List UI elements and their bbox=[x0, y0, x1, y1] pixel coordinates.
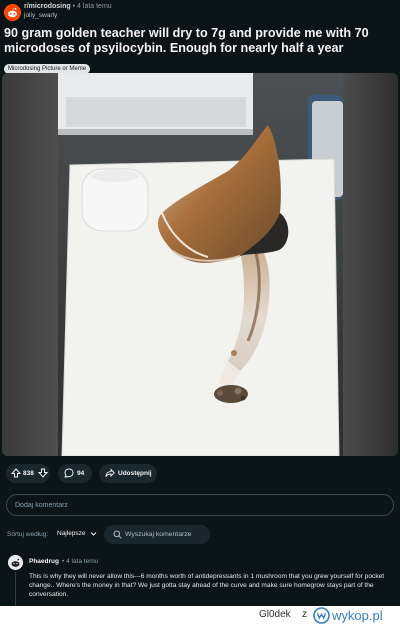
sort-selected: Najlepsze bbox=[57, 530, 86, 537]
comment-meta-separator: • bbox=[62, 558, 65, 565]
search-comments-input[interactable] bbox=[125, 528, 207, 541]
post-time: 4 lata temu bbox=[77, 3, 112, 10]
mushroom-photo bbox=[58, 73, 343, 456]
meta-separator: • bbox=[72, 3, 76, 10]
subreddit-avatar-icon[interactable] bbox=[4, 4, 21, 21]
wykop-logo: wykop.pl bbox=[313, 607, 399, 624]
watermark-user: Gl0dek bbox=[259, 609, 291, 620]
watermark-separator: z bbox=[302, 609, 307, 620]
post-author[interactable]: jolly_swarly bbox=[24, 12, 57, 19]
wykop-watermark: Gl0dek z wykop.pl bbox=[0, 606, 400, 625]
comment-body: This is why they will never allow this--… bbox=[29, 573, 385, 598]
comment-icon bbox=[64, 468, 74, 478]
post-header: r/microdosing • 4 lata temu jolly_swarly bbox=[0, 0, 400, 26]
vote-button[interactable]: 838 bbox=[6, 464, 50, 483]
chevron-down-icon bbox=[90, 532, 96, 536]
upvote-icon[interactable] bbox=[11, 468, 21, 478]
search-comments-box[interactable] bbox=[104, 525, 210, 544]
comment-count: 94 bbox=[77, 470, 85, 477]
comment-time: • 4 lata temu bbox=[62, 558, 98, 565]
reddit-post-view: r/microdosing • 4 lata temu jolly_swarly… bbox=[0, 0, 400, 606]
post-title[interactable]: 90 gram golden teacher will dry to 7g an… bbox=[4, 26, 396, 55]
post-meta: r/microdosing • 4 lata temu bbox=[24, 3, 112, 10]
post-image[interactable] bbox=[2, 73, 398, 456]
search-icon bbox=[113, 530, 122, 539]
add-comment-input[interactable] bbox=[15, 498, 385, 512]
comment-author[interactable]: Phaedrug bbox=[29, 558, 59, 565]
subreddit-link[interactable]: r/microdosing bbox=[24, 3, 71, 10]
vote-count: 838 bbox=[23, 470, 34, 477]
comment-thread-line[interactable] bbox=[15, 572, 16, 606]
add-comment-box[interactable] bbox=[6, 494, 394, 516]
share-label: Udostępnij bbox=[118, 470, 152, 477]
commenter-avatar-icon[interactable] bbox=[8, 555, 23, 570]
image-blur-right bbox=[343, 73, 398, 456]
sort-label: Sortuj według: bbox=[7, 531, 49, 538]
share-icon bbox=[105, 468, 115, 478]
downvote-icon[interactable] bbox=[38, 468, 48, 478]
share-button[interactable]: Udostępnij bbox=[99, 464, 157, 483]
image-blur-left bbox=[2, 73, 58, 456]
sort-dropdown[interactable]: Najlepsze bbox=[53, 527, 99, 541]
comments-button[interactable]: 94 bbox=[58, 464, 92, 483]
watermark-site: wykop.pl bbox=[331, 608, 383, 623]
comment-time-text: 4 lata temu bbox=[66, 558, 99, 565]
